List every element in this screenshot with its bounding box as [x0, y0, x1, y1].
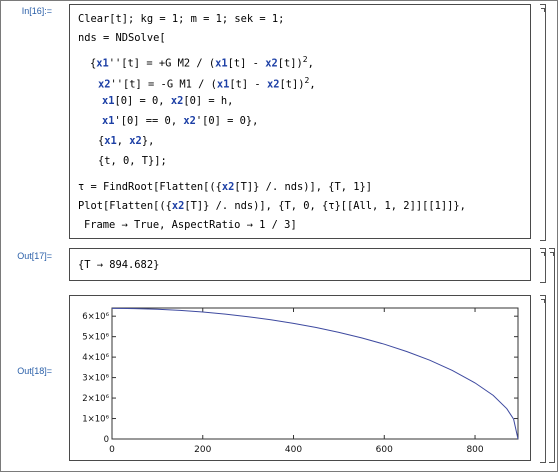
plot-graphic: 0 200 400 600 800 0 1×10⁶ 2×10⁶ 3×10⁶ 4×10⁶ 5×10⁶ 6… — [82, 307, 519, 455]
x-tick-label: 0 — [109, 445, 115, 455]
output-label: Out[18]= — [17, 366, 52, 376]
code-line-1: Clear[t]; kg = 1; m = 1; sek = 1; — [78, 13, 285, 25]
var-x1: x1 — [102, 95, 115, 107]
code-text: [t]) — [277, 57, 303, 70]
code-text: , — [116, 135, 130, 147]
code-line-4: x2''[t] = -G M1 / (x1[t] - x2[t])2, — [98, 74, 316, 91]
y-tick-label: 0 — [104, 435, 109, 445]
var-x2: x2 — [171, 200, 185, 212]
code-line-8: {t, 0, T}]; — [98, 155, 167, 167]
var-x2: x2 — [221, 181, 235, 193]
var-x2: x2 — [265, 57, 278, 70]
cell-bracket[interactable] — [540, 4, 546, 241]
code-line-5: x1[0] = 0, x2[0] = h, — [102, 95, 233, 108]
series-line — [111, 307, 519, 440]
code-text: [T]} /. nds)], {T, 0, {τ}[[All, 1, 2]][[… — [184, 200, 466, 212]
y-tick-label: 2×10⁶ — [82, 394, 109, 404]
var-x1: x1 — [102, 115, 115, 127]
code-text: '[0] = 0}, — [195, 115, 259, 127]
code-line-6: x1'[0] == 0, x2'[0] = 0}, — [102, 115, 258, 128]
var-x2: x2 — [129, 135, 142, 147]
code-text: [T]} /. nds)], {T, 1}] — [234, 181, 373, 193]
y-tick-label: 1×10⁶ — [82, 415, 109, 425]
code-text: τ = FindRoot[Flatten[({ — [78, 181, 222, 193]
plot-cell[interactable]: 0 200 400 600 800 0 1×10⁶ 2×10⁶ 3×10⁶ 4×10⁶ 5×10⁶ 6… — [69, 295, 531, 461]
cell-bracket[interactable] — [540, 248, 546, 283]
var-x1: x1 — [215, 57, 228, 70]
x-tick-label: 400 — [285, 445, 302, 455]
x-tick-label: 600 — [376, 445, 393, 455]
output-cell[interactable]: {T → 894.682} — [69, 248, 531, 281]
code-line-11: Frame → True, AspectRatio → 1 / 3] — [84, 219, 297, 231]
var-x2: x2 — [98, 78, 111, 91]
code-text: ''[t] = -G M1 / ( — [110, 78, 217, 91]
code-text: [0] = 0, — [114, 95, 171, 107]
var-x2: x2 — [170, 95, 184, 107]
code-text: '[0] == 0, — [114, 115, 184, 127]
code-text: , — [309, 78, 316, 91]
var-x1: x1 — [104, 135, 117, 147]
code-line-2: nds = NDSolve[ — [78, 32, 166, 44]
x-tick-label: 200 — [194, 445, 211, 455]
input-cell[interactable]: Clear[t]; kg = 1; m = 1; sek = 1; nds = … — [69, 4, 531, 239]
code-line-3: {x1''[t] = +G M2 / (x1[t] - x2[t])2, — [90, 53, 314, 70]
code-line-7: {x1, x2}, — [98, 135, 154, 148]
var-x1: x1 — [216, 78, 230, 91]
code-text: [t] - — [229, 78, 267, 91]
code-line-10: Plot[Flatten[({x2[T]} /. nds)], {T, 0, {… — [78, 200, 466, 213]
group-bracket[interactable] — [549, 248, 555, 463]
cell-bracket[interactable] — [540, 295, 546, 463]
code-text: ''[t] = +G M2 / ( — [108, 57, 216, 70]
y-tick-label: 6×10⁶ — [82, 312, 109, 322]
y-tick-label: 4×10⁶ — [82, 353, 109, 363]
output-label: Out[17]= — [17, 251, 52, 261]
code-text: [t]) — [279, 78, 305, 91]
code-text: Plot[Flatten[({ — [78, 200, 172, 212]
code-text: , — [307, 57, 314, 70]
var-x2: x2 — [183, 115, 196, 127]
x-tick-label: 800 — [466, 445, 483, 455]
input-label: In[16]:= — [21, 6, 52, 16]
code-text: }, — [141, 135, 155, 147]
y-tick-label: 3×10⁶ — [82, 374, 109, 384]
var-x1: x1 — [96, 57, 109, 70]
code-text: [t] - — [227, 57, 266, 70]
code-line-9: τ = FindRoot[Flatten[({x2[T]} /. nds)], … — [78, 181, 372, 194]
findroot-result: {T → 894.682} — [78, 259, 160, 271]
y-tick-label: 5×10⁶ — [82, 333, 109, 343]
code-text: [0] = h, — [183, 95, 234, 107]
var-x2: x2 — [266, 78, 280, 91]
